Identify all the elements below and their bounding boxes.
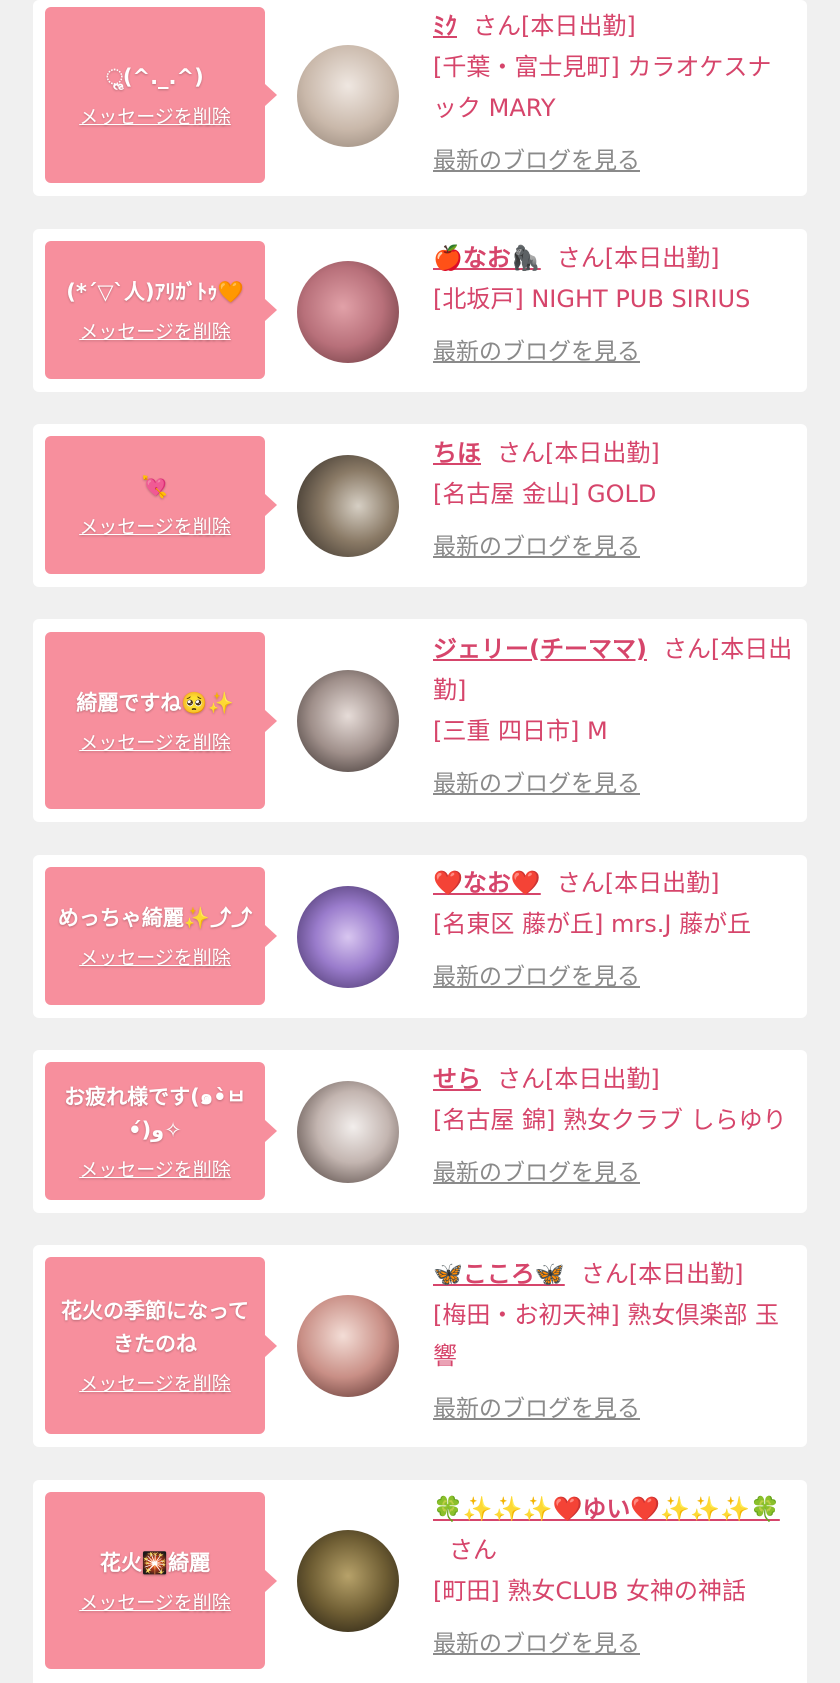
delete-message-link[interactable]: メッセージを削除 — [79, 317, 231, 344]
latest-blog-link[interactable]: 最新のブログを見る — [433, 527, 793, 568]
cast-info: ちほ さん[本日出勤] [名古屋 金山] GOLD 最新のブログを見る — [433, 433, 793, 568]
cast-info: せら さん[本日出勤] [名古屋 錦] 熟女クラブ しらゆり 最新のブログを見る — [433, 1059, 793, 1194]
message-list: ૢ(^._.^) メッセージを削除 ﾐｸ さん[本日出勤] [千葉・富士見町] カ… — [0, 0, 840, 1683]
message-bubble: 綺麗ですね🥺✨ メッセージを削除 — [45, 632, 277, 809]
avatar[interactable] — [297, 455, 399, 557]
cast-name-link[interactable]: 🦋こころ🦋 — [433, 1260, 565, 1288]
latest-blog-link[interactable]: 最新のブログを見る — [433, 1624, 793, 1665]
delete-message-link[interactable]: メッセージを削除 — [79, 102, 231, 129]
latest-blog-link[interactable]: 最新のブログを見る — [433, 1153, 793, 1194]
avatar[interactable] — [297, 1081, 399, 1183]
message-text: (*´▽`人)ｱﾘｶﾞﾄｩ🧡 — [66, 280, 244, 304]
avatar[interactable] — [297, 1295, 399, 1397]
avatar[interactable] — [297, 886, 399, 988]
latest-blog-link[interactable]: 最新のブログを見る — [433, 957, 793, 998]
message-card: めっちゃ綺麗✨⤴⤴ メッセージを削除 ❤️なお❤️ さん[本日出勤] [名東区 藤… — [33, 855, 807, 1018]
san-status: さん[本日出勤] — [556, 869, 720, 897]
shop-name: [北坂戸] NIGHT PUB SIRIUS — [433, 285, 751, 313]
avatar[interactable] — [297, 1530, 399, 1632]
message-text: 花火🎇綺麗 — [99, 1550, 211, 1575]
message-text: めっちゃ綺麗✨⤴⤴ — [57, 906, 253, 930]
avatar[interactable] — [297, 670, 399, 772]
shop-name: [町田] 熟女CLUB 女神の神話 — [433, 1577, 746, 1605]
message-bubble: 花火の季節になってきたのね メッセージを削除 — [45, 1257, 277, 1434]
cast-info: ❤️なお❤️ さん[本日出勤] [名東区 藤が丘] mrs.J 藤が丘 最新のブロ… — [433, 863, 793, 998]
message-text: ૢ(^._.^) — [106, 65, 204, 89]
cast-name-link[interactable]: ジェリー(チーママ) — [433, 635, 647, 663]
san-status: さん[本日出勤] — [497, 439, 660, 467]
shop-name: [名古屋 錦] 熟女クラブ しらゆり — [433, 1106, 787, 1134]
message-text: 💘 — [141, 475, 169, 499]
san-status: さん[本日出勤] — [497, 1065, 660, 1093]
cast-name-link[interactable]: ちほ — [433, 439, 481, 467]
delete-message-link[interactable]: メッセージを削除 — [79, 1155, 231, 1182]
shop-name: [千葉・富士見町] カラオケスナック MARY — [433, 53, 772, 122]
cast-info: 🍎なお🦍 さん[本日出勤] [北坂戸] NIGHT PUB SIRIUS 最新のブ… — [433, 238, 793, 373]
delete-message-link[interactable]: メッセージを削除 — [79, 1588, 231, 1615]
message-card: ૢ(^._.^) メッセージを削除 ﾐｸ さん[本日出勤] [千葉・富士見町] カ… — [33, 0, 807, 196]
latest-blog-link[interactable]: 最新のブログを見る — [433, 332, 793, 373]
cast-info: 🦋こころ🦋 さん[本日出勤] [梅田・お初天神] 熟女倶楽部 玉響 最新のブログを… — [433, 1254, 793, 1430]
message-text: 綺麗ですね🥺✨ — [76, 690, 234, 715]
cast-info: ﾐｸ さん[本日出勤] [千葉・富士見町] カラオケスナック MARY 最新のブロ… — [433, 6, 793, 182]
cast-name-link[interactable]: ❤️なお❤️ — [433, 869, 541, 897]
message-bubble: お疲れ様です(๑•̀ㅂ•́)و✧ メッセージを削除 — [45, 1062, 277, 1200]
delete-message-link[interactable]: メッセージを削除 — [79, 512, 231, 539]
cast-info: ジェリー(チーママ) さん[本日出勤] [三重 四日市] M 最新のブログを見る — [433, 629, 793, 805]
san-status: さん — [449, 1536, 497, 1564]
message-card: お疲れ様です(๑•̀ㅂ•́)و✧ メッセージを削除 せら さん[本日出勤] [名古… — [33, 1050, 807, 1213]
message-card: 綺麗ですね🥺✨ メッセージを削除 ジェリー(チーママ) さん[本日出勤] [三重 … — [33, 619, 807, 822]
delete-message-link[interactable]: メッセージを削除 — [79, 728, 231, 755]
message-text: お疲れ様です(๑•̀ㅂ•́)و✧ — [64, 1084, 246, 1142]
message-card: 花火🎇綺麗 メッセージを削除 🍀✨✨✨❤️ゆい❤️✨✨✨🍀 さん [町田] 熟女C… — [33, 1480, 807, 1683]
message-card: 💘 メッセージを削除 ちほ さん[本日出勤] [名古屋 金山] GOLD 最新のブ… — [33, 424, 807, 587]
delete-message-link[interactable]: メッセージを削除 — [79, 943, 231, 970]
message-bubble: 💘 メッセージを削除 — [45, 436, 277, 574]
cast-name-link[interactable]: 🍀✨✨✨❤️ゆい❤️✨✨✨🍀 — [433, 1495, 780, 1523]
message-text: 花火の季節になってきたのね — [61, 1299, 249, 1356]
message-bubble: ૢ(^._.^) メッセージを削除 — [45, 7, 277, 183]
message-card: 花火の季節になってきたのね メッセージを削除 🦋こころ🦋 さん[本日出勤] [梅田… — [33, 1245, 807, 1447]
shop-name: [梅田・お初天神] 熟女倶楽部 玉響 — [433, 1301, 779, 1370]
shop-name: [名東区 藤が丘] mrs.J 藤が丘 — [433, 910, 752, 938]
latest-blog-link[interactable]: 最新のブログを見る — [433, 141, 793, 182]
san-status: さん[本日出勤] — [580, 1260, 744, 1288]
avatar[interactable] — [297, 261, 399, 363]
cast-name-link[interactable]: ﾐｸ — [433, 12, 457, 40]
cast-name-link[interactable]: せら — [433, 1065, 481, 1093]
cast-name-link[interactable]: 🍎なお🦍 — [433, 244, 541, 272]
message-bubble: めっちゃ綺麗✨⤴⤴ メッセージを削除 — [45, 867, 277, 1005]
message-bubble: 花火🎇綺麗 メッセージを削除 — [45, 1492, 277, 1669]
delete-message-link[interactable]: メッセージを削除 — [79, 1369, 231, 1396]
san-status: さん[本日出勤] — [556, 244, 720, 272]
shop-name: [三重 四日市] M — [433, 717, 608, 745]
latest-blog-link[interactable]: 最新のブログを見る — [433, 764, 793, 805]
san-status: さん[本日出勤] — [473, 12, 636, 40]
message-card: (*´▽`人)ｱﾘｶﾞﾄｩ🧡 メッセージを削除 🍎なお🦍 さん[本日出勤] [北坂… — [33, 229, 807, 392]
latest-blog-link[interactable]: 最新のブログを見る — [433, 1389, 793, 1430]
message-bubble: (*´▽`人)ｱﾘｶﾞﾄｩ🧡 メッセージを削除 — [45, 241, 277, 379]
avatar[interactable] — [297, 45, 399, 147]
cast-info: 🍀✨✨✨❤️ゆい❤️✨✨✨🍀 さん [町田] 熟女CLUB 女神の神話 最新のブロ… — [433, 1489, 793, 1665]
shop-name: [名古屋 金山] GOLD — [433, 480, 657, 508]
